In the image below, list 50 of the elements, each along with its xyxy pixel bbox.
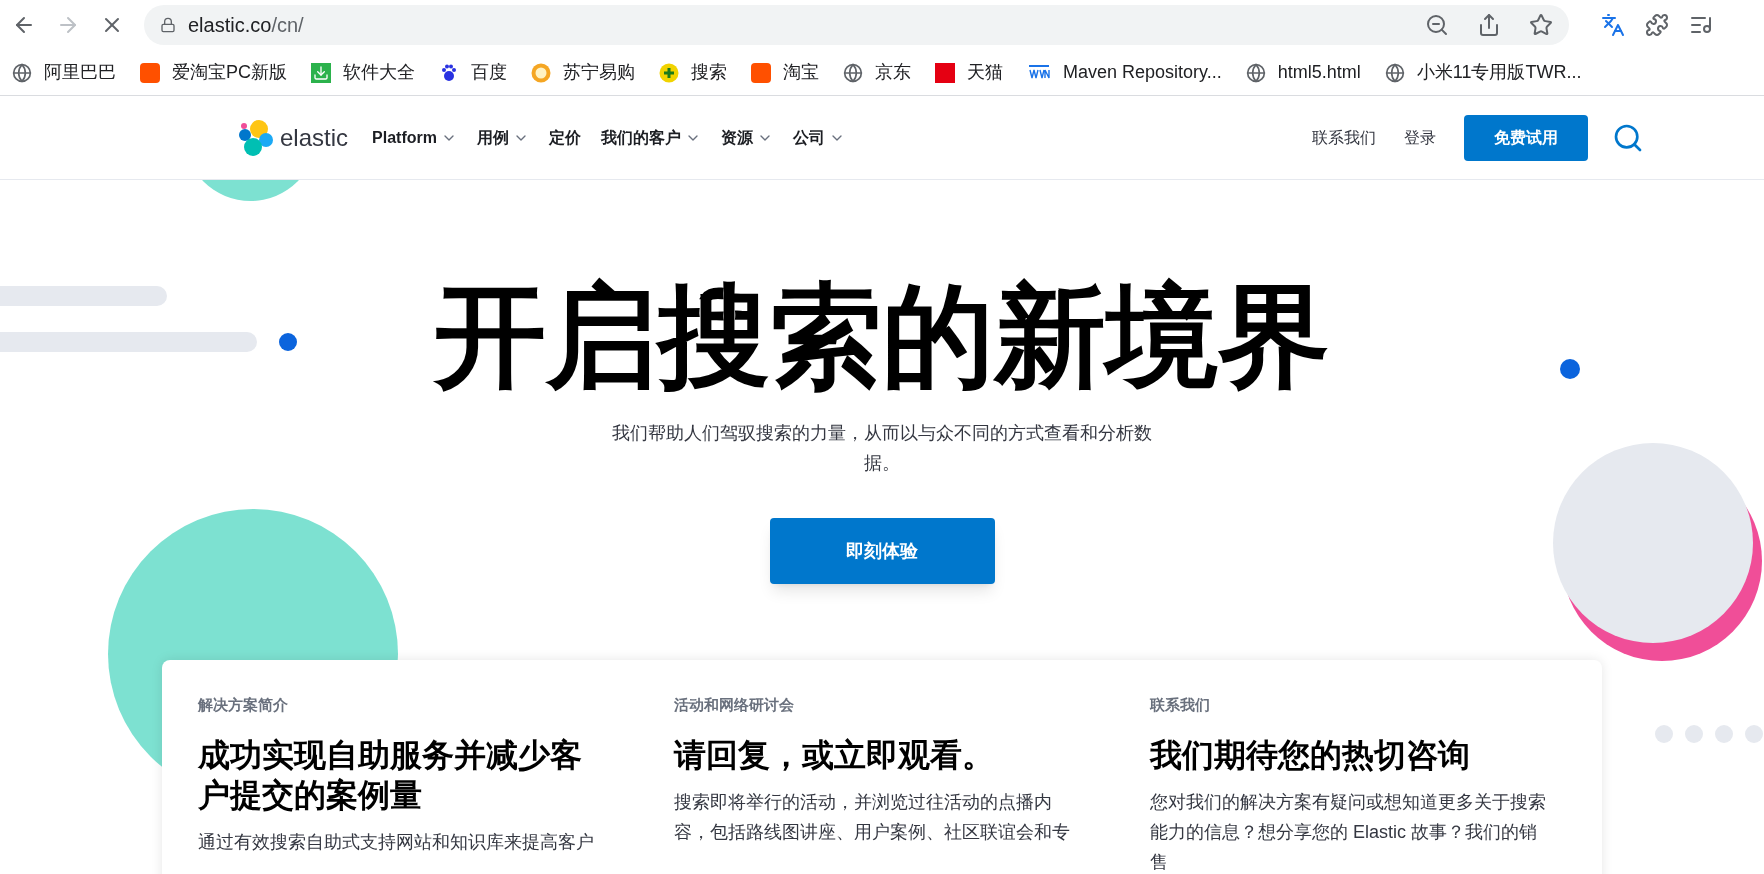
star-icon[interactable]: [1529, 13, 1553, 37]
globe-icon: [12, 62, 32, 83]
nav-item[interactable]: 资源: [720, 125, 773, 150]
card-body: 搜索即将举行的活动，并浏览过往活动的点播内容，包括路线图讲座、用户案例、社区联谊会和专: [674, 790, 1071, 844]
globe-icon: [1384, 62, 1405, 83]
bookmark[interactable]: 搜索: [659, 59, 727, 86]
bookmark[interactable]: 小米11专用版TWR...: [1384, 59, 1582, 86]
hero-title: 开启搜索的新境界: [434, 273, 1330, 401]
puzzle-icon[interactable]: [1645, 13, 1669, 37]
card-body: 通过有效搜索自助式支持网站和知识库来提高客户: [198, 830, 595, 854]
nav-item[interactable]: 我们的客户: [600, 125, 701, 150]
nav-link[interactable]: 登录: [1404, 125, 1436, 150]
plus-circle-icon: [659, 62, 679, 83]
address-bar[interactable]: elastic.co/cn/: [144, 5, 1569, 45]
free-trial-button[interactable]: 免费试用: [1464, 114, 1588, 161]
card-heading: 我们期待您的热切咨询: [1150, 735, 1471, 775]
nav-item[interactable]: 用例: [476, 125, 529, 150]
card-eyebrow: 解决方案简介: [198, 695, 289, 715]
nav-link[interactable]: 联系我们: [1312, 125, 1376, 150]
bookmark[interactable]: 苏宁易购: [531, 59, 635, 86]
card-eyebrow: 活动和网络研讨会: [674, 695, 795, 715]
try-now-button[interactable]: 即刻体验: [769, 518, 995, 584]
card-eyebrow: 联系我们: [1150, 695, 1211, 715]
globe-icon: [843, 62, 863, 83]
nav-item[interactable]: Platform: [372, 125, 457, 150]
bookmark[interactable]: 爱淘宝PC新版: [140, 59, 287, 86]
bookmark[interactable]: 阿里巴巴: [12, 59, 116, 86]
bookmark[interactable]: html5.html: [1245, 59, 1361, 86]
card-body: 您对我们的解决方案有疑问或想知道更多关于搜索能力的信息？想分享您的 Elastic 故事？我们的销售: [1150, 790, 1547, 874]
globe-icon: [1245, 62, 1266, 83]
lock-icon: [160, 17, 176, 33]
logo-icon: [236, 117, 276, 158]
bookmark[interactable]: 天猫: [935, 59, 1003, 86]
card-heading: 请回复，或立即观看。: [674, 735, 995, 775]
bookmark[interactable]: 百度: [439, 59, 507, 86]
translate-icon[interactable]: [1601, 13, 1625, 37]
url-text: elastic.co/cn/: [188, 13, 304, 38]
card-heading: 成功实现自助服务并减少客户提交的案例量: [198, 735, 583, 815]
paw-icon: [439, 62, 459, 83]
bookmark[interactable]: 京东: [843, 59, 911, 86]
bookmark[interactable]: 淘宝: [751, 59, 819, 86]
nav-item[interactable]: 公司: [792, 125, 845, 150]
zoom-out-icon[interactable]: [1425, 13, 1449, 37]
download-icon: [311, 62, 331, 83]
hero-subtitle: 我们帮助人们驾驭搜索的力量，从而以与众不同的方式查看和分析数据。: [611, 422, 1153, 475]
share-icon[interactable]: [1477, 13, 1501, 37]
logo-text[interactable]: elastic: [280, 119, 349, 156]
bookmark[interactable]: Maven Repository...: [1027, 59, 1222, 86]
nav-item[interactable]: 定价: [548, 125, 581, 150]
bookmark[interactable]: 软件大全: [311, 59, 415, 86]
